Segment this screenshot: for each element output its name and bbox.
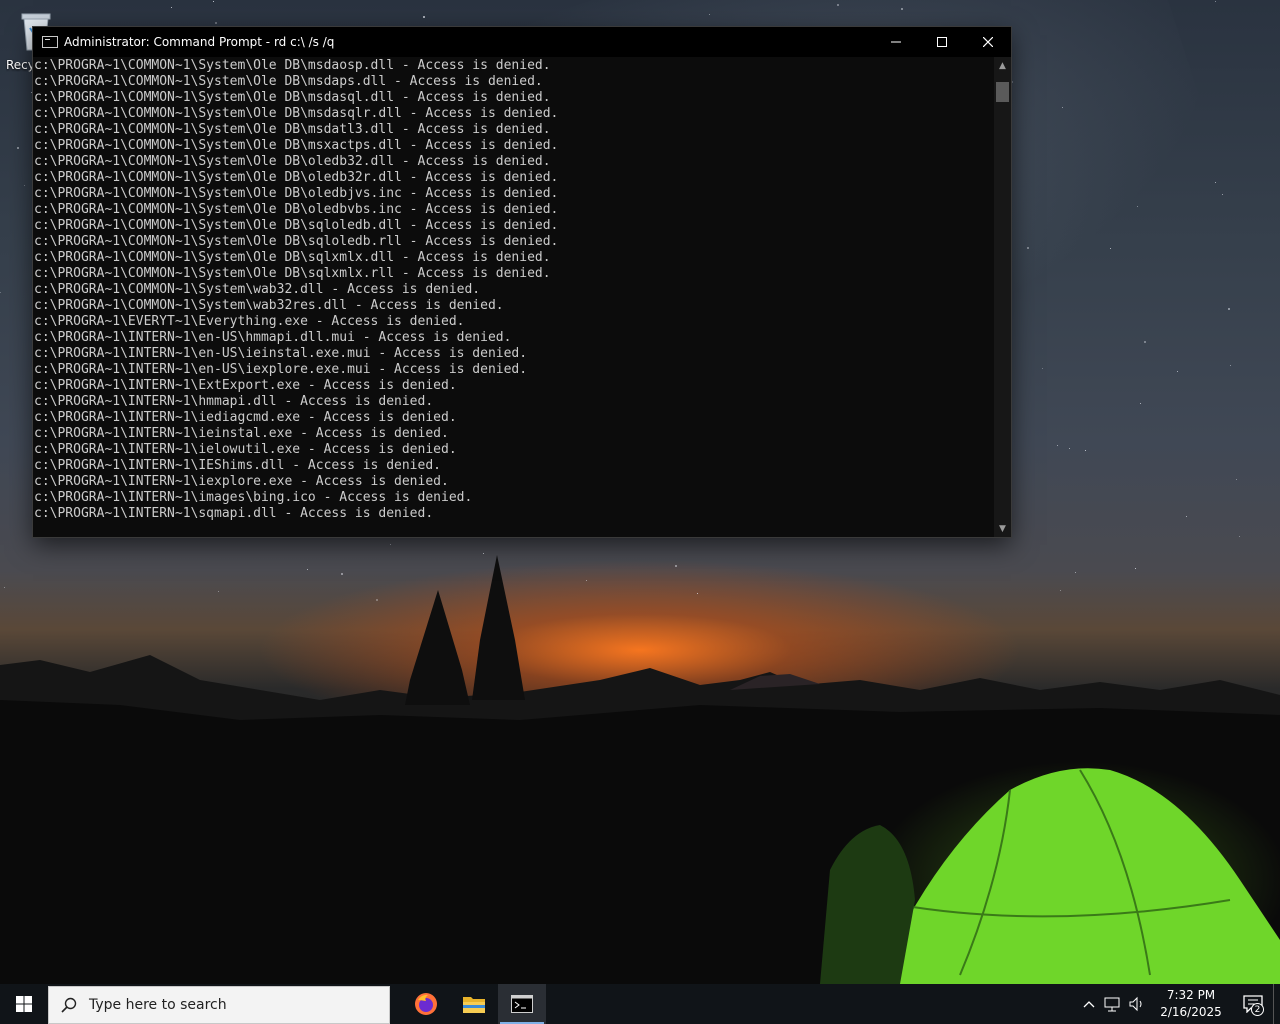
window-title: Administrator: Command Prompt - rd c:\ /… bbox=[64, 35, 335, 49]
console-line: c:\PROGRA~1\COMMON~1\System\Ole DB\oledb… bbox=[34, 186, 559, 201]
command-prompt-icon bbox=[511, 995, 533, 1013]
console-line: c:\PROGRA~1\COMMON~1\System\Ole DB\msxac… bbox=[34, 138, 559, 153]
windows-logo-icon bbox=[16, 996, 32, 1012]
scroll-up-arrow[interactable]: ▲ bbox=[994, 57, 1011, 74]
console-line: c:\PROGRA~1\INTERN~1\IEShims.dll - Acces… bbox=[34, 458, 441, 473]
clock-date: 2/16/2025 bbox=[1160, 1005, 1222, 1019]
notification-count-badge: 2 bbox=[1251, 1003, 1264, 1016]
console-line: c:\PROGRA~1\COMMON~1\System\Ole DB\sqlxm… bbox=[34, 266, 551, 281]
console-line: c:\PROGRA~1\COMMON~1\System\Ole DB\sqlol… bbox=[34, 234, 559, 249]
vertical-scrollbar[interactable]: ▲ ▼ bbox=[994, 57, 1011, 537]
console-line: c:\PROGRA~1\INTERN~1\en-US\iexplore.exe.… bbox=[34, 362, 528, 377]
console-line: c:\PROGRA~1\INTERN~1\en-US\ieinstal.exe.… bbox=[34, 346, 528, 361]
console-line: c:\PROGRA~1\COMMON~1\System\Ole DB\msdao… bbox=[34, 58, 551, 73]
console-line: c:\PROGRA~1\INTERN~1\ielowutil.exe - Acc… bbox=[34, 442, 457, 457]
volume-button[interactable] bbox=[1125, 984, 1149, 1024]
console-line: c:\PROGRA~1\INTERN~1\images\bing.ico - A… bbox=[34, 490, 473, 505]
taskbar-firefox[interactable] bbox=[402, 984, 450, 1024]
console-line: c:\PROGRA~1\EVERYT~1\Everything.exe - Ac… bbox=[34, 314, 465, 329]
file-explorer-icon bbox=[463, 997, 485, 1013]
minimize-button[interactable] bbox=[873, 27, 919, 57]
taskbar-file-explorer[interactable] bbox=[450, 984, 498, 1024]
start-button[interactable] bbox=[0, 984, 48, 1024]
taskbar: Type here to search 7:32 PM 2/16/2025 2 bbox=[0, 984, 1280, 1024]
window-controls bbox=[873, 27, 1011, 57]
console-line: c:\PROGRA~1\COMMON~1\System\Ole DB\oledb… bbox=[34, 154, 551, 169]
console-line: c:\PROGRA~1\COMMON~1\System\Ole DB\sqlxm… bbox=[34, 250, 551, 265]
console-output[interactable]: c:\PROGRA~1\COMMON~1\System\Ole DB\msdao… bbox=[33, 57, 994, 538]
taskbar-clock[interactable]: 7:32 PM 2/16/2025 bbox=[1155, 987, 1227, 1021]
console-line: c:\PROGRA~1\INTERN~1\hmmapi.dll - Access… bbox=[34, 394, 434, 409]
command-prompt-window[interactable]: Administrator: Command Prompt - rd c:\ /… bbox=[33, 27, 1011, 537]
maximize-button[interactable] bbox=[919, 27, 965, 57]
console-line: c:\PROGRA~1\COMMON~1\System\wab32res.dll… bbox=[34, 298, 504, 313]
console-line: c:\PROGRA~1\INTERN~1\en-US\hmmapi.dll.mu… bbox=[34, 330, 512, 345]
console-line: c:\PROGRA~1\INTERN~1\ExtExport.exe - Acc… bbox=[34, 378, 457, 393]
search-icon bbox=[49, 997, 89, 1013]
show-desktop-button[interactable] bbox=[1273, 984, 1280, 1024]
scroll-down-arrow[interactable]: ▼ bbox=[994, 520, 1011, 537]
console-line: c:\PROGRA~1\INTERN~1\iexplore.exe - Acce… bbox=[34, 474, 449, 489]
system-tray: 7:32 PM 2/16/2025 2 bbox=[1077, 984, 1280, 1024]
console-line: c:\PROGRA~1\COMMON~1\System\Ole DB\msdat… bbox=[34, 122, 551, 137]
chevron-up-icon bbox=[1083, 1001, 1095, 1008]
network-icon bbox=[1104, 997, 1120, 1012]
title-bar[interactable]: Administrator: Command Prompt - rd c:\ /… bbox=[33, 27, 1011, 57]
console-line: c:\PROGRA~1\COMMON~1\System\Ole DB\sqlol… bbox=[34, 218, 559, 233]
show-hidden-icons-button[interactable] bbox=[1077, 984, 1101, 1024]
action-center-button[interactable]: 2 bbox=[1233, 984, 1273, 1024]
clock-time: 7:32 PM bbox=[1166, 988, 1216, 1002]
console-line: c:\PROGRA~1\INTERN~1\sqmapi.dll - Access… bbox=[34, 506, 434, 521]
command-prompt-icon bbox=[42, 36, 58, 48]
console-line: c:\PROGRA~1\COMMON~1\System\Ole DB\msdas… bbox=[34, 90, 551, 105]
console-line: c:\PROGRA~1\INTERN~1\ieinstal.exe - Acce… bbox=[34, 426, 449, 441]
taskbar-command-prompt[interactable] bbox=[498, 984, 546, 1024]
console-line: c:\PROGRA~1\COMMON~1\System\wab32.dll - … bbox=[34, 282, 481, 297]
search-placeholder: Type here to search bbox=[89, 996, 227, 1013]
firefox-icon bbox=[415, 993, 437, 1015]
minimize-icon bbox=[891, 41, 901, 43]
taskbar-search-box[interactable]: Type here to search bbox=[48, 985, 390, 1024]
console-line: c:\PROGRA~1\INTERN~1\iediagcmd.exe - Acc… bbox=[34, 410, 457, 425]
console-line: c:\PROGRA~1\COMMON~1\System\Ole DB\oledb… bbox=[34, 170, 559, 185]
volume-icon bbox=[1129, 996, 1142, 1012]
console-line: c:\PROGRA~1\COMMON~1\System\Ole DB\msdas… bbox=[34, 106, 559, 121]
console-line: c:\PROGRA~1\COMMON~1\System\Ole DB\msdap… bbox=[34, 74, 543, 89]
scroll-thumb[interactable] bbox=[996, 82, 1009, 102]
network-button[interactable] bbox=[1101, 984, 1125, 1024]
console-line: c:\PROGRA~1\COMMON~1\System\Ole DB\oledb… bbox=[34, 202, 559, 217]
close-icon bbox=[983, 37, 993, 47]
close-button[interactable] bbox=[965, 27, 1011, 57]
maximize-icon bbox=[937, 37, 947, 47]
